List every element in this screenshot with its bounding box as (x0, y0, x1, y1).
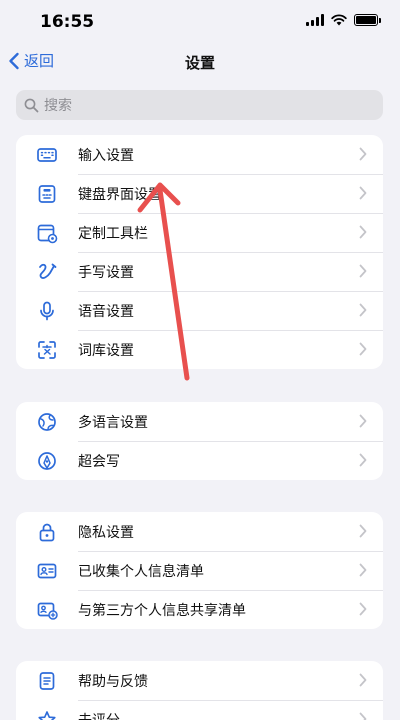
microphone-icon (36, 300, 58, 322)
row-label: 隐私设置 (78, 524, 134, 541)
row-label: 去评分 (78, 710, 120, 720)
search-icon (24, 98, 39, 112)
search-input[interactable]: 搜索 (16, 90, 383, 120)
row-label: 已收集个人信息清单 (78, 563, 204, 580)
row-custom-toolbar[interactable]: 定制工具栏 (16, 213, 383, 252)
chevron-right-icon (359, 186, 367, 200)
lock-icon (36, 521, 58, 543)
dictionary-icon (36, 339, 58, 361)
row-label: 超会写 (78, 453, 120, 470)
row-label: 词库设置 (78, 342, 134, 359)
row-keyboard-interface-settings[interactable]: 键盘界面设置 (16, 174, 383, 213)
status-bar: 16:55 (0, 0, 400, 44)
cellular-signal-icon (306, 14, 324, 26)
status-time: 16:55 (40, 12, 95, 32)
chevron-right-icon (359, 712, 367, 720)
settings-group-language: 多语言设置 超会写 (16, 402, 383, 480)
settings-group-input: 输入设置 键盘界面设置 定制工具栏 手写设置 语音设置 词库设置 (16, 135, 383, 369)
search-placeholder: 搜索 (44, 98, 72, 114)
toolbar-icon (36, 222, 58, 244)
globe-icon (36, 411, 58, 433)
row-label: 输入设置 (78, 147, 134, 164)
chevron-right-icon (359, 453, 367, 467)
row-help-feedback[interactable]: 帮助与反馈 (16, 661, 383, 700)
star-icon (36, 709, 58, 720)
handwriting-icon (36, 261, 58, 283)
row-input-settings[interactable]: 输入设置 (16, 135, 383, 174)
row-label: 手写设置 (78, 264, 134, 281)
row-label: 帮助与反馈 (78, 673, 148, 690)
row-label: 语音设置 (78, 303, 134, 320)
row-handwriting-settings[interactable]: 手写设置 (16, 252, 383, 291)
keyboard-layout-icon (36, 183, 58, 205)
row-label: 定制工具栏 (78, 225, 148, 242)
row-privacy-settings[interactable]: 隐私设置 (16, 512, 383, 551)
wifi-icon (331, 14, 347, 26)
row-third-party-sharing-list[interactable]: 与第三方个人信息共享清单 (16, 590, 383, 629)
chevron-right-icon (359, 563, 367, 577)
row-multilanguage-settings[interactable]: 多语言设置 (16, 402, 383, 441)
id-card-icon (36, 560, 58, 582)
page-title: 设置 (184, 54, 215, 72)
pen-icon (36, 450, 58, 472)
chevron-right-icon (359, 303, 367, 317)
row-label: 键盘界面设置 (78, 186, 162, 203)
status-icons (306, 14, 381, 26)
share-card-icon (36, 599, 58, 621)
chevron-right-icon (359, 414, 367, 428)
keyboard-icon (36, 144, 58, 166)
row-label: 多语言设置 (78, 414, 148, 431)
row-label: 与第三方个人信息共享清单 (78, 602, 246, 619)
row-super-writing[interactable]: 超会写 (16, 441, 383, 480)
settings-group-privacy: 隐私设置 已收集个人信息清单 与第三方个人信息共享清单 (16, 512, 383, 629)
chevron-right-icon (359, 147, 367, 161)
row-voice-settings[interactable]: 语音设置 (16, 291, 383, 330)
row-collected-info-list[interactable]: 已收集个人信息清单 (16, 551, 383, 590)
nav-bar: 返回 设置 (0, 44, 400, 80)
chevron-right-icon (359, 673, 367, 687)
chevron-right-icon (359, 524, 367, 538)
settings-group-help: 帮助与反馈 去评分 (16, 661, 383, 720)
chevron-right-icon (359, 225, 367, 239)
row-dictionary-settings[interactable]: 词库设置 (16, 330, 383, 369)
battery-icon (354, 14, 381, 26)
row-rate-app[interactable]: 去评分 (16, 700, 383, 720)
chevron-right-icon (359, 602, 367, 616)
help-icon (36, 670, 58, 692)
chevron-right-icon (359, 342, 367, 356)
chevron-right-icon (359, 264, 367, 278)
